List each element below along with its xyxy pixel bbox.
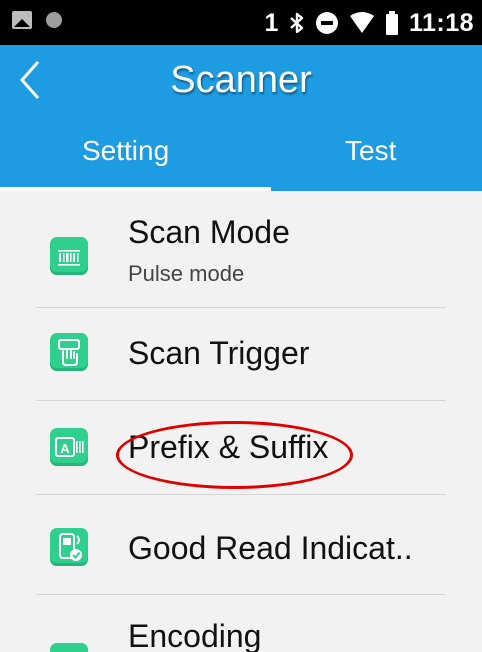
svg-text:A: A — [60, 441, 70, 456]
scanner-settings-screen: 1 11:18 Scanner Setting Test Scan Mode P… — [0, 0, 482, 652]
tab-setting[interactable]: Setting — [0, 115, 271, 191]
scan-mode-subtitle: Pulse mode — [128, 261, 245, 286]
tab-bar: Setting Test — [0, 115, 482, 191]
bluetooth-icon — [289, 11, 305, 35]
tab-test-label: Test — [345, 135, 397, 166]
image-notification-icon — [12, 11, 32, 29]
settings-list: Scan Mode Pulse mode Scan Trigger A Pref… — [0, 191, 482, 652]
good-read-indicator-title: Good Read Indicat.. — [128, 530, 413, 566]
list-item-scan-trigger[interactable]: Scan Trigger — [0, 308, 482, 401]
back-button[interactable] — [0, 45, 70, 115]
list-item-good-read-indicator[interactable]: Good Read Indicat.. — [0, 495, 482, 595]
list-item-scan-mode[interactable]: Scan Mode Pulse mode — [0, 191, 482, 308]
app-bar: Scanner — [0, 45, 482, 115]
list-item-encoding[interactable]: Encoding — [0, 595, 482, 652]
do-not-disturb-icon — [315, 11, 339, 35]
dot-notification-icon — [46, 12, 62, 28]
tab-setting-label: Setting — [82, 135, 170, 166]
text-affix-icon: A — [50, 428, 88, 466]
list-item-prefix-suffix[interactable]: A Prefix & Suffix — [0, 401, 482, 495]
tab-test[interactable]: Test — [271, 115, 482, 191]
page-title: Scanner — [170, 59, 312, 101]
trigger-hand-icon — [50, 333, 88, 371]
prefix-suffix-title: Prefix & Suffix — [128, 429, 329, 465]
scan-trigger-title: Scan Trigger — [128, 335, 310, 371]
sim-slot-indicator: 1 — [264, 8, 279, 37]
encoding-icon — [50, 643, 88, 652]
encoding-title: Encoding — [128, 618, 262, 652]
barcode-icon — [50, 237, 88, 275]
status-bar: 1 11:18 — [0, 0, 482, 45]
status-time: 11:18 — [408, 8, 474, 37]
scan-mode-title: Scan Mode — [128, 214, 290, 250]
battery-icon — [385, 11, 399, 35]
chevron-left-icon — [19, 61, 40, 99]
device-sound-icon — [50, 528, 88, 566]
wifi-icon — [349, 12, 375, 34]
